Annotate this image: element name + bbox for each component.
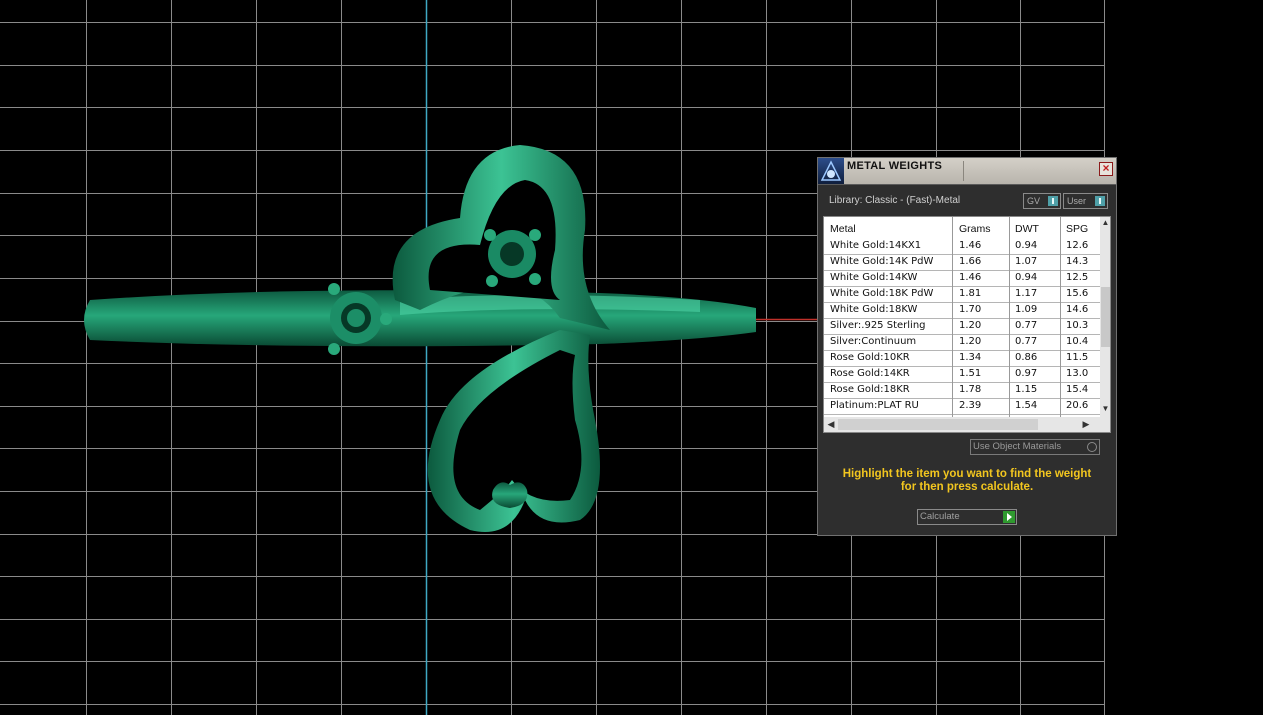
gv-toggle-label: GV [1027,196,1041,206]
metal-cell: Platinum:PLAT RU [830,400,919,411]
grams-cell: 1.20 [959,320,982,331]
gv-toggle[interactable]: GV [1023,193,1061,209]
table-row[interactable]: White Gold:18K PdW 1.81 1.17 15.6 [824,287,1100,303]
spg-cell: 12.6 [1066,240,1089,251]
spg-cell: 10.4 [1066,336,1089,347]
dialog-title: METAL WEIGHTS [847,160,943,172]
table-row[interactable]: White Gold:14KW 1.46 0.94 12.5 [824,271,1100,287]
metal-cell: Silver:.925 Sterling [830,320,926,331]
scroll-left-icon[interactable]: ◀ [825,418,837,431]
grams-cell: 1.70 [959,304,982,315]
app-icon [818,158,844,184]
grams-cell: 1.81 [959,288,982,299]
grams-cell: 1.46 [959,240,982,251]
dwt-cell: 0.94 [1015,240,1038,251]
dwt-cell: 1.54 [1015,400,1038,411]
grams-cell: 1.66 [959,256,982,267]
spg-cell: 10.3 [1066,320,1089,331]
dwt-cell: 1.15 [1015,384,1038,395]
metal-cell: Rose Gold:10KR [830,352,910,363]
column-divider [1009,217,1010,417]
table-row[interactable]: Rose Gold:18KR 1.78 1.15 15.4 [824,383,1100,399]
column-divider [952,217,953,417]
use-object-materials-option[interactable]: Use Object Materials [970,439,1100,455]
grams-cell: 1.20 [959,336,982,347]
close-icon[interactable]: × [1099,162,1113,176]
toggle-icon [1048,196,1058,206]
spg-cell: 15.4 [1066,384,1089,395]
metal-cell: Silver:Continuum [830,336,917,347]
header-grams[interactable]: Grams [959,223,991,235]
dwt-cell: 0.77 [1015,336,1038,347]
calculate-label: Calculate [920,511,960,522]
spg-cell: 20.6 [1066,400,1089,411]
table-row[interactable]: White Gold:14KX1 1.46 0.94 12.6 [824,239,1100,255]
grams-cell: 1.46 [959,272,982,283]
dwt-cell: 0.94 [1015,272,1038,283]
hscroll-thumb[interactable] [838,419,1038,430]
table-row[interactable]: White Gold:14K PdW 1.66 1.07 14.3 [824,255,1100,271]
spg-cell: 14.3 [1066,256,1089,267]
dwt-cell: 1.07 [1015,256,1038,267]
library-label: Library: Classic - (Fast)-Metal [829,195,961,206]
grams-cell: 1.34 [959,352,982,363]
spg-cell: 13.0 [1066,368,1089,379]
dwt-cell: 0.86 [1015,352,1038,363]
radio-icon[interactable] [1087,442,1097,452]
metal-cell: White Gold:18K PdW [830,288,934,299]
dwt-cell: 0.97 [1015,368,1038,379]
instruction-text: Highlight the item you want to find the … [818,468,1116,494]
title-divider [963,161,964,181]
vertical-scrollbar[interactable]: ▲ ▼ [1100,217,1110,417]
spg-cell: 12.5 [1066,272,1089,283]
dwt-cell: 1.17 [1015,288,1038,299]
metal-cell: White Gold:14K PdW [830,256,934,267]
dwt-cell: 0.77 [1015,320,1038,331]
play-icon[interactable] [1003,511,1015,523]
metal-cell: White Gold:18KW [830,304,918,315]
table-row[interactable]: Rose Gold:10KR 1.34 0.86 11.5 [824,351,1100,367]
table-row[interactable]: White Gold:18KW 1.70 1.09 14.6 [824,303,1100,319]
metal-cell: Rose Gold:18KR [830,384,910,395]
metal-weights-dialog[interactable]: METAL WEIGHTS × Library: Classic - (Fast… [817,157,1117,536]
use-object-materials-label: Use Object Materials [973,441,1062,452]
table-row[interactable]: Silver:.925 Sterling 1.20 0.77 10.3 [824,319,1100,335]
dialog-titlebar[interactable]: METAL WEIGHTS × [818,158,1116,185]
table-row[interactable]: Rose Gold:14KR 1.51 0.97 13.0 [824,367,1100,383]
calculate-button[interactable]: Calculate [917,509,1017,525]
table-row[interactable]: Platinum:PLAT RU 2.39 1.54 20.6 [824,399,1100,415]
metal-cell: Rose Gold:14KR [830,368,910,379]
table-header: Metal Grams DWT SPG [824,217,1100,240]
header-spg[interactable]: SPG [1066,223,1100,235]
column-divider [1060,217,1061,417]
ring-model [84,145,756,532]
grams-cell: 2.39 [959,400,982,411]
header-metal[interactable]: Metal [830,223,856,235]
spg-cell: 11.5 [1066,352,1089,363]
spg-cell: 14.6 [1066,304,1089,315]
toggle-icon [1095,196,1105,206]
grams-cell: 1.78 [959,384,982,395]
metal-cell: White Gold:14KX1 [830,240,922,251]
table-row[interactable]: Silver:Continuum 1.20 0.77 10.4 [824,335,1100,351]
instruction-line-2: for then press calculate. [900,481,1034,493]
scroll-down-icon[interactable]: ▼ [1100,403,1110,415]
user-toggle-label: User [1067,196,1087,206]
dwt-cell: 1.09 [1015,304,1038,315]
header-dwt[interactable]: DWT [1015,223,1039,235]
spg-cell: 15.6 [1066,288,1089,299]
scroll-up-icon[interactable]: ▲ [1100,217,1110,229]
instruction-line-1: Highlight the item you want to find the … [842,468,1092,480]
horizontal-scrollbar[interactable]: ◀ ▶ [824,417,1110,432]
user-toggle[interactable]: User [1063,193,1108,209]
scroll-thumb[interactable] [1101,287,1110,347]
metal-cell: White Gold:14KW [830,272,918,283]
grams-cell: 1.51 [959,368,982,379]
scroll-right-icon[interactable]: ▶ [1080,418,1092,431]
metal-table[interactable]: Metal Grams DWT SPG White Gold:14KX1 1.46… [823,216,1111,433]
